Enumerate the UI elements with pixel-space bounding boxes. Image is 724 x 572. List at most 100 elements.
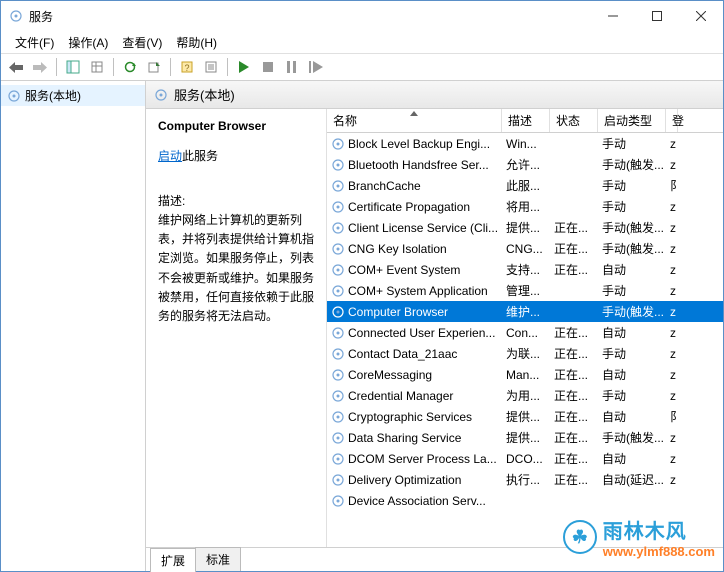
maximize-button[interactable] xyxy=(635,1,679,31)
cell-status: 正在... xyxy=(550,345,598,362)
cell-logon: z xyxy=(666,242,678,256)
services-icon xyxy=(154,88,168,102)
cell-logon: z xyxy=(666,158,678,172)
service-row[interactable]: Block Level Backup Engi...Win...手动z xyxy=(327,133,723,154)
service-row[interactable]: DCOM Server Process La...DCO...正在...自动z xyxy=(327,448,723,469)
stop-service-button[interactable] xyxy=(257,56,279,78)
cell-logon: z xyxy=(666,347,678,361)
cell-logon: z xyxy=(666,200,678,214)
service-row[interactable]: Credential Manager为用...正在...手动z xyxy=(327,385,723,406)
window-controls xyxy=(591,1,723,31)
panel-title: 服务(本地) xyxy=(174,85,235,104)
separator xyxy=(227,58,228,76)
column-name[interactable]: 名称 xyxy=(327,109,502,132)
cell-startup: 手动(触发... xyxy=(598,303,666,320)
cell-description: 提供... xyxy=(502,429,550,446)
service-icon xyxy=(331,263,345,277)
watermark-brand: 雨林木风 xyxy=(603,515,715,544)
column-description[interactable]: 描述 xyxy=(502,109,550,132)
service-icon xyxy=(331,410,345,424)
menu-view[interactable]: 查看(V) xyxy=(116,32,168,53)
cell-logon: z xyxy=(666,326,678,340)
service-row[interactable]: Device Association Serv... xyxy=(327,490,723,511)
cell-name: Bluetooth Handsfree Ser... xyxy=(327,158,502,172)
cell-name: Client License Service (Cli... xyxy=(327,221,502,235)
service-icon xyxy=(331,137,345,151)
tab-standard[interactable]: 标准 xyxy=(195,547,241,571)
pause-service-button[interactable] xyxy=(281,56,303,78)
service-row[interactable]: BranchCache此服...手动阝 xyxy=(327,175,723,196)
service-rows[interactable]: Block Level Backup Engi...Win...手动zBluet… xyxy=(327,133,723,547)
menu-file[interactable]: 文件(F) xyxy=(9,32,60,53)
watermark: ☘ 雨林木风 www.ylmf888.com xyxy=(563,515,715,559)
minimize-button[interactable] xyxy=(591,1,635,31)
service-icon xyxy=(331,242,345,256)
cell-startup: 手动 xyxy=(598,198,666,215)
restart-service-button[interactable] xyxy=(305,56,327,78)
cell-startup: 自动 xyxy=(598,324,666,341)
service-row[interactable]: Contact Data_21aac为联...正在...手动z xyxy=(327,343,723,364)
refresh-button[interactable] xyxy=(119,56,141,78)
cell-startup: 手动 xyxy=(598,282,666,299)
help-button[interactable]: ? xyxy=(176,56,198,78)
console-tree[interactable]: 服务(本地) xyxy=(1,81,146,571)
cell-description: 执行... xyxy=(502,471,550,488)
column-status[interactable]: 状态 xyxy=(550,109,598,132)
column-logon[interactable]: 登 xyxy=(666,109,678,132)
service-row[interactable]: Computer Browser维护...手动(触发...z xyxy=(327,301,723,322)
cell-startup: 手动 xyxy=(598,177,666,194)
column-startup-type[interactable]: 启动类型 xyxy=(598,109,666,132)
separator xyxy=(56,58,57,76)
service-icon xyxy=(331,389,345,403)
service-row[interactable]: Delivery Optimization执行...正在...自动(延迟...z xyxy=(327,469,723,490)
start-service-link[interactable]: 启动 xyxy=(158,149,182,163)
menu-help[interactable]: 帮助(H) xyxy=(170,32,223,53)
start-service-suffix: 此服务 xyxy=(182,149,218,163)
back-button[interactable] xyxy=(5,56,27,78)
right-panel: 服务(本地) Computer Browser 启动此服务 描述: 维护网络上计… xyxy=(146,81,723,571)
cell-logon: z xyxy=(666,221,678,235)
cell-logon: z xyxy=(666,368,678,382)
service-row[interactable]: Cryptographic Services提供...正在...自动阝 xyxy=(327,406,723,427)
close-button[interactable] xyxy=(679,1,723,31)
cell-logon: z xyxy=(666,305,678,319)
properties-button[interactable] xyxy=(200,56,222,78)
service-row[interactable]: Connected User Experien...Con...正在...自动z xyxy=(327,322,723,343)
export-button[interactable] xyxy=(86,56,108,78)
service-icon xyxy=(331,368,345,382)
show-hide-tree-button[interactable] xyxy=(62,56,84,78)
service-icon xyxy=(331,284,345,298)
cell-description: 允许... xyxy=(502,156,550,173)
cell-name: Device Association Serv... xyxy=(327,494,502,508)
service-row[interactable]: CNG Key IsolationCNG...正在...手动(触发...z xyxy=(327,238,723,259)
tree-node-services-local[interactable]: 服务(本地) xyxy=(1,85,145,106)
description-label: 描述: xyxy=(158,192,314,209)
cell-startup: 自动 xyxy=(598,408,666,425)
cell-logon: z xyxy=(666,263,678,277)
export-list-button[interactable] xyxy=(143,56,165,78)
forward-button[interactable] xyxy=(29,56,51,78)
cell-name: BranchCache xyxy=(327,179,502,193)
service-icon xyxy=(331,179,345,193)
cell-name: Contact Data_21aac xyxy=(327,347,502,361)
tree-node-label: 服务(本地) xyxy=(25,87,81,104)
service-row[interactable]: COM+ Event System支持...正在...自动z xyxy=(327,259,723,280)
service-row[interactable]: CoreMessagingMan...正在...自动z xyxy=(327,364,723,385)
cell-logon: 阝 xyxy=(666,177,678,194)
menu-action[interactable]: 操作(A) xyxy=(62,32,114,53)
service-row[interactable]: COM+ System Application管理...手动z xyxy=(327,280,723,301)
service-row[interactable]: Client License Service (Cli...提供...正在...… xyxy=(327,217,723,238)
cell-logon: 阝 xyxy=(666,408,678,425)
tab-extended[interactable]: 扩展 xyxy=(150,548,196,572)
cell-logon: z xyxy=(666,389,678,403)
start-service-button[interactable] xyxy=(233,56,255,78)
panel-header: 服务(本地) xyxy=(146,81,723,109)
cell-description: 维护... xyxy=(502,303,550,320)
service-row[interactable]: Certificate Propagation将用...手动z xyxy=(327,196,723,217)
cell-description: 提供... xyxy=(502,219,550,236)
window-title: 服务 xyxy=(29,8,53,25)
cell-description: Win... xyxy=(502,137,550,151)
service-row[interactable]: Data Sharing Service提供...正在...手动(触发...z xyxy=(327,427,723,448)
service-row[interactable]: Bluetooth Handsfree Ser...允许...手动(触发...z xyxy=(327,154,723,175)
cell-startup: 自动 xyxy=(598,450,666,467)
